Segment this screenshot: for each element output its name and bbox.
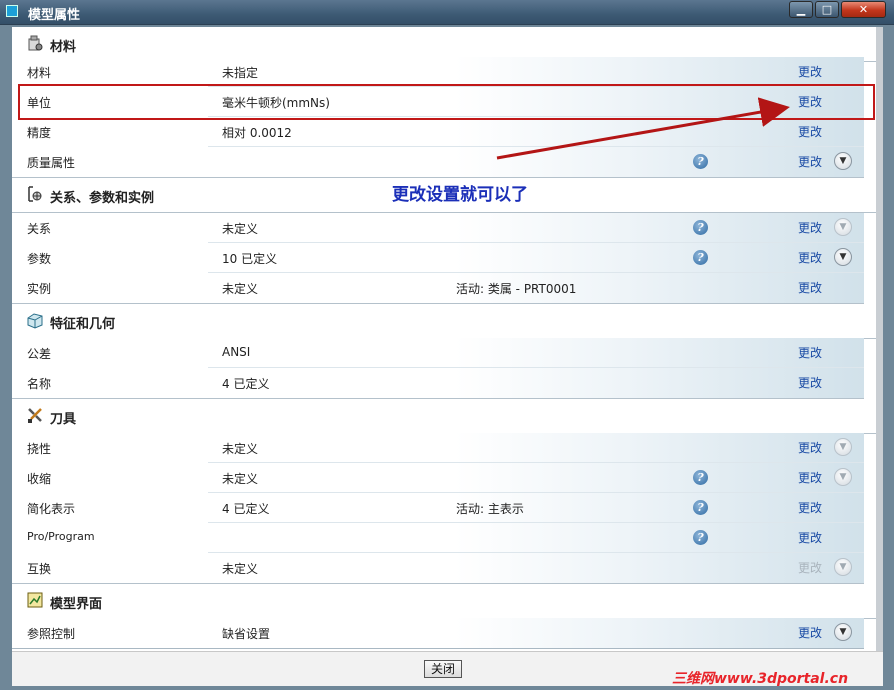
expand-chevron-icon[interactable]: ▼ [834,218,852,236]
app-icon [6,5,18,17]
section-title-interface: 模型界面 [50,597,103,612]
close-button[interactable]: 关闭 [424,660,462,678]
annotation-text: 更改设置就可以了 [392,185,528,205]
change-pro-program-link[interactable]: 更改 [798,529,822,546]
relations-icon [28,186,42,202]
row-value: 未定义 [222,282,259,296]
section-tools: 刀具 [12,399,876,434]
expand-chevron-icon[interactable]: ▼ [834,623,852,641]
change-instances-link[interactable]: 更改 [798,279,822,296]
change-flexibility-link[interactable]: 更改 [798,439,822,456]
row-value: ANSI [222,345,251,359]
section-features: 特征和几何 [12,304,876,339]
section-title-features: 特征和几何 [50,317,116,332]
maximize-button[interactable]: □ [815,1,839,18]
row-label: Pro/Program [27,530,95,543]
help-icon[interactable]: ? [693,470,708,485]
model-interface-icon [27,592,43,608]
property-row-simplified-rep: 简化表示 4 已定义 活动: 主表示 ? 更改 [12,493,864,523]
model-properties-window: 模型属性 ▁ □ ✕ 材料 材料 未指定 更改 单位 毫米牛顿秒(mmNs) 更… [0,0,894,690]
property-row-instances: 实例 未定义 活动: 类属 - PRT0001 更改 [12,273,864,304]
row-active-info: 活动: 主表示 [456,502,524,516]
property-row-flexibility: 挠性 未定义 更改 ▼ [12,433,864,463]
watermark: 三维网www.3dportal.cn [672,671,849,687]
section-title-material: 材料 [50,40,77,55]
property-row-tolerance: 公差 ANSI 更改 [12,338,864,368]
row-label: 质量属性 [27,156,76,170]
property-row-parameters: 参数 10 已定义 ? 更改 ▼ [12,243,864,273]
change-names-link[interactable]: 更改 [798,374,822,391]
row-value: 未指定 [222,66,259,80]
property-row-accuracy: 精度 相对 0.0012 更改 [12,117,864,147]
change-accuracy-link[interactable]: 更改 [798,123,822,140]
title-bar[interactable]: 模型属性 ▁ □ ✕ [0,0,894,25]
window-title: 模型属性 [28,8,81,23]
expand-chevron-icon[interactable]: ▼ [834,468,852,486]
features-geometry-icon [27,313,43,329]
expand-chevron-icon[interactable]: ▼ [834,152,852,170]
property-row-reference-control: 参照控制 缺省设置 更改 ▼ [12,618,864,649]
row-label: 名称 [27,377,52,391]
property-row-mass-properties: 质量属性 ? 更改 ▼ [12,147,864,178]
property-row-relations: 关系 未定义 ? 更改 ▼ [12,213,864,243]
property-row-pro-program: Pro/Program ? 更改 [12,523,864,553]
row-label: 简化表示 [27,502,76,516]
minimize-button[interactable]: ▁ [789,1,813,18]
row-value: 缺省设置 [222,627,271,641]
change-mass-properties-link[interactable]: 更改 [798,153,822,170]
help-icon[interactable]: ? [693,154,708,169]
property-row-shrinkage: 收缩 未定义 ? 更改 ▼ [12,463,864,493]
row-label: 收缩 [27,472,52,486]
change-relations-link[interactable]: 更改 [798,219,822,236]
change-parameters-link[interactable]: 更改 [798,249,822,266]
highlight-box [18,84,875,120]
change-simplified-rep-link[interactable]: 更改 [798,499,822,516]
change-material-link[interactable]: 更改 [798,63,822,80]
help-icon[interactable]: ? [693,500,708,515]
row-value: 相对 0.0012 [222,126,292,140]
row-label: 参数 [27,252,52,266]
row-label: 实例 [27,282,52,296]
property-row-material: 材料 未指定 更改 [12,57,864,87]
help-icon[interactable]: ? [693,250,708,265]
row-value: 未定义 [222,562,259,576]
row-value: 未定义 [222,442,259,456]
section-interface: 模型界面 [12,584,876,619]
row-label: 公差 [27,347,52,361]
help-icon[interactable]: ? [693,530,708,545]
row-value: 未定义 [222,222,259,236]
change-shrinkage-link[interactable]: 更改 [798,469,822,486]
section-title-relations: 关系、参数和实例 [50,191,155,206]
row-active-info: 活动: 类属 - PRT0001 [456,282,577,296]
row-label: 精度 [27,126,52,140]
row-label: 材料 [27,66,52,80]
material-icon [28,35,43,51]
row-value: 10 已定义 [222,252,278,266]
property-row-names: 名称 4 已定义 更改 [12,368,864,399]
row-label: 关系 [27,222,52,236]
properties-panel: 材料 材料 未指定 更改 单位 毫米牛顿秒(mmNs) 更改 精度 相对 0.0… [12,27,883,651]
section-title-tools: 刀具 [50,412,77,427]
help-icon[interactable]: ? [693,220,708,235]
row-label: 互换 [27,562,52,576]
row-label: 参照控制 [27,627,76,641]
expand-chevron-icon[interactable]: ▼ [834,248,852,266]
expand-chevron-icon[interactable]: ▼ [834,558,852,576]
row-value: 4 已定义 [222,377,270,391]
vertical-scrollbar[interactable] [876,27,883,651]
row-label: 挠性 [27,442,52,456]
expand-chevron-icon[interactable]: ▼ [834,438,852,456]
property-row-interchange: 互换 未定义 更改 ▼ [12,553,864,584]
row-value: 未定义 [222,472,259,486]
change-tolerance-link[interactable]: 更改 [798,344,822,361]
tools-icon [28,408,42,423]
change-reference-control-link[interactable]: 更改 [798,624,822,641]
close-window-button[interactable]: ✕ [841,1,886,18]
row-value: 4 已定义 [222,502,270,516]
change-interchange-link[interactable]: 更改 [798,559,822,576]
